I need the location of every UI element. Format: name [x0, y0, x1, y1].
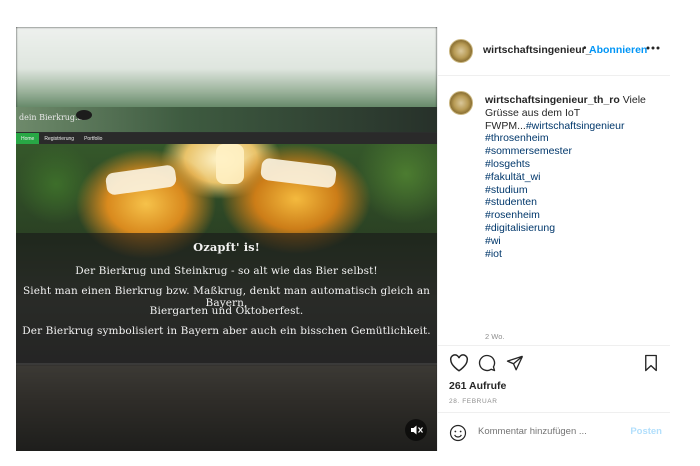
hashtag-link[interactable]: #fakultät_wi [485, 171, 663, 184]
speaker-muted-icon[interactable] [405, 419, 427, 441]
comment-input[interactable] [478, 426, 618, 437]
comment-icon[interactable] [478, 354, 496, 372]
more-horizontal-icon[interactable] [646, 46, 660, 50]
video-webpage: Home Registrierung Portfolio Ozapft' is!… [16, 133, 437, 451]
foam-left [104, 164, 178, 196]
follow-button[interactable]: Abonnieren [589, 44, 647, 56]
hashtag-link[interactable]: #wirtschaftsingenieur [526, 120, 625, 132]
comment-bar: Posten [438, 412, 670, 453]
video-nav-portfolio: Portfolio [84, 136, 103, 142]
send-icon[interactable] [506, 354, 524, 372]
hashtag-link[interactable]: #losgehts [485, 158, 663, 171]
video-nav-home: Home [16, 133, 40, 144]
post-video[interactable]: dein Bierkrug.at Home Registrierung Port… [16, 27, 437, 451]
hashtag-link[interactable]: #wi [485, 235, 663, 248]
hashtag-link[interactable]: #sommersemester [485, 145, 663, 158]
view-count[interactable]: 261 Aufrufe [449, 380, 506, 392]
overlay-title: Ozapft' is! [193, 240, 260, 254]
bookmark-icon[interactable] [643, 354, 659, 372]
video-webpage-nav: Home Registrierung Portfolio [16, 133, 437, 144]
hashtag-link[interactable]: #digitalisierung [485, 222, 663, 235]
hashtag-link[interactable]: #studium [485, 184, 663, 197]
caption-username[interactable]: wirtschaftsingenieur_th_ro [485, 94, 620, 106]
header-separator: • [583, 43, 587, 54]
heart-icon[interactable] [449, 354, 469, 372]
foam-right [259, 157, 338, 189]
hashtag-link[interactable]: #throsenheim [485, 132, 663, 145]
header-username[interactable]: wirtschaftsingenieur_ [483, 44, 592, 56]
caption-avatar[interactable] [449, 91, 473, 115]
hashtag-link[interactable]: #studenten [485, 196, 663, 209]
hashtag-link[interactable]: #rosenheim [485, 209, 663, 222]
beer-mugs-image: Ozapft' is! Der Bierkrug und Steinkrug -… [16, 144, 437, 365]
video-site-logo [76, 110, 92, 120]
post-header: wirtschaftsingenieur_ • Abonnieren [438, 27, 670, 76]
hashtag-link[interactable]: #iot [485, 248, 663, 261]
video-blurred-top [16, 27, 437, 119]
caption-body: wirtschaftsingenieur_th_ro Viele Grüsse … [485, 94, 663, 260]
post-comment-button[interactable]: Posten [630, 426, 662, 437]
video-nav-registrierung: Registrierung [44, 136, 75, 142]
post-actions: 261 Aufrufe 28. FEBRUAR Posten [438, 345, 670, 452]
overlay-line-4: Der Bierkrug symbolisiert in Bayern aber… [22, 325, 431, 337]
overlay-line-3: Biergarten und Oktoberfest. [149, 305, 304, 317]
caption-time-ago[interactable]: 2 Wo. [485, 332, 504, 341]
overlay-line-1: Der Bierkrug und Steinkrug - so alt wie … [75, 265, 378, 277]
foam-splash [216, 144, 244, 184]
emoji-icon[interactable] [449, 424, 467, 442]
post-date[interactable]: 28. FEBRUAR [449, 398, 498, 405]
avatar[interactable] [449, 39, 473, 63]
text-overlay: Ozapft' is! Der Bierkrug und Steinkrug -… [16, 233, 437, 363]
video-blurred-bottom [16, 365, 437, 451]
instagram-post: dein Bierkrug.at Home Registrierung Port… [16, 27, 670, 451]
post-sidebar: wirtschaftsingenieur_ • Abonnieren wirts… [437, 27, 670, 451]
